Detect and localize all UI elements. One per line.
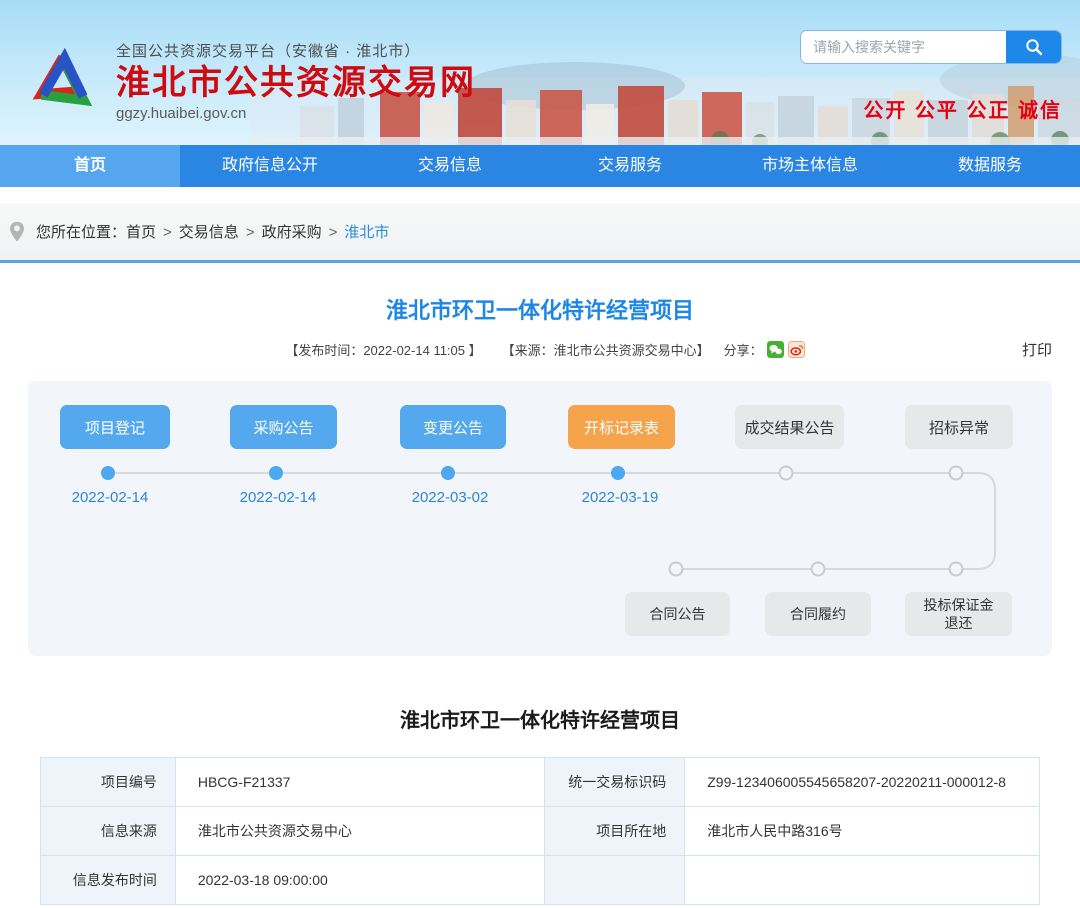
breadcrumb-home[interactable]: 首页: [126, 224, 156, 241]
step-date-3: 2022-03-02: [390, 489, 510, 506]
breadcrumb-trade-info[interactable]: 交易信息: [179, 224, 239, 241]
site-name: 淮北市公共资源交易网: [116, 63, 476, 104]
main-nav: 首页 政府信息公开 交易信息 交易服务 市场主体信息 数据服务: [0, 145, 1080, 187]
publish-time: 【发布时间：2022-02-14 11:05 】: [285, 340, 481, 359]
cell-label-info-source: 信息来源: [41, 807, 176, 856]
nav-item-trade-service[interactable]: 交易服务: [540, 145, 720, 187]
nav-item-gov-info[interactable]: 政府信息公开: [180, 145, 360, 187]
cell-value-trade-code: Z99-123406005545658207-20220211-000012-8: [685, 758, 1040, 807]
article-meta-row: 【发布时间：2022-02-14 11:05 】 【来源：淮北市公共资源交易中心…: [0, 339, 1080, 359]
step-button-change-announcement[interactable]: 变更公告: [400, 405, 506, 449]
cell-label-project-number: 项目编号: [41, 758, 176, 807]
article-title: 淮北市环卫一体化特许经营项目: [0, 293, 1080, 325]
step-button-procurement-announcement[interactable]: 采购公告: [230, 405, 337, 449]
table-row: 项目编号 HBCG-F21337 统一交易标识码 Z99-12340600554…: [41, 758, 1040, 807]
cell-label-publish-time: 信息发布时间: [41, 856, 176, 905]
cell-value-empty: [685, 856, 1040, 905]
cell-value-info-source: 淮北市公共资源交易中心: [175, 807, 545, 856]
nav-item-market-subject[interactable]: 市场主体信息: [720, 145, 900, 187]
cell-value-project-location: 淮北市人民中路316号: [685, 807, 1040, 856]
step-button-bid-abnormal[interactable]: 招标异常: [905, 405, 1013, 449]
header-banner: 全国公共资源交易平台（安徽省 · 淮北市） 淮北市公共资源交易网 ggzy.hu…: [0, 0, 1080, 145]
breadcrumb-bar: 您所在位置：首页>交易信息>政府采购>淮北市: [0, 203, 1080, 263]
integrity-slogan: 公开 公平 公正 诚信: [863, 94, 1062, 123]
breadcrumb: 您所在位置：首页>交易信息>政府采购>淮北市: [36, 221, 389, 242]
step-date-2: 2022-02-14: [218, 489, 338, 506]
step-button-bid-opening-record[interactable]: 开标记录表: [568, 405, 675, 449]
site-logo-triangle-icon: [18, 34, 106, 128]
step-button-project-registration[interactable]: 项目登记: [60, 405, 170, 449]
location-pin-icon: [8, 221, 26, 243]
table-row: 信息发布时间 2022-03-18 09:00:00: [41, 856, 1040, 905]
search-button[interactable]: [1006, 31, 1061, 63]
page: 全国公共资源交易平台（安徽省 · 淮北市） 淮北市公共资源交易网 ggzy.hu…: [0, 0, 1080, 908]
nav-item-data-service[interactable]: 数据服务: [900, 145, 1080, 187]
cell-label-empty: [545, 856, 685, 905]
table-row: 信息来源 淮北市公共资源交易中心 项目所在地 淮北市人民中路316号: [41, 807, 1040, 856]
step-date-1: 2022-02-14: [50, 489, 170, 506]
wechat-icon[interactable]: [767, 341, 784, 358]
nav-item-home[interactable]: 首页: [0, 145, 180, 187]
platform-line: 全国公共资源交易平台（安徽省 · 淮北市）: [116, 40, 476, 61]
step-button-contract-announcement[interactable]: 合同公告: [625, 592, 730, 636]
site-logo: 全国公共资源交易平台（安徽省 · 淮北市） 淮北市公共资源交易网 ggzy.hu…: [18, 34, 476, 128]
step-button-award-result[interactable]: 成交结果公告: [735, 405, 844, 449]
weibo-icon[interactable]: [788, 341, 805, 358]
cell-value-project-number: HBCG-F21337: [175, 758, 545, 807]
share-label: 分享：: [724, 340, 763, 359]
magnifier-icon: [1024, 37, 1044, 57]
site-url: ggzy.huaibei.gov.cn: [116, 105, 476, 122]
cell-label-project-location: 项目所在地: [545, 807, 685, 856]
breadcrumb-huaibei[interactable]: 淮北市: [344, 224, 389, 241]
source-label: 【来源：淮北市公共资源交易中心】: [502, 340, 710, 359]
breadcrumb-gov-procurement[interactable]: 政府采购: [262, 224, 322, 241]
timeline-connector-graphic: [28, 381, 1052, 656]
cell-label-trade-code: 统一交易标识码: [545, 758, 685, 807]
detail-section-title: 淮北市环卫一体化特许经营项目: [0, 704, 1080, 733]
cell-value-publish-time: 2022-03-18 09:00:00: [175, 856, 545, 905]
print-button[interactable]: 打印: [1022, 339, 1052, 360]
breadcrumb-prefix: 您所在位置：: [36, 224, 126, 241]
project-info-table: 项目编号 HBCG-F21337 统一交易标识码 Z99-12340600554…: [40, 757, 1040, 905]
step-button-contract-performance[interactable]: 合同履约: [765, 592, 871, 636]
search-box: [800, 30, 1062, 64]
nav-item-trade-info[interactable]: 交易信息: [360, 145, 540, 187]
search-input[interactable]: [801, 31, 1006, 63]
step-date-4: 2022-03-19: [560, 489, 680, 506]
step-button-bid-deposit-refund[interactable]: 投标保证金退还: [905, 592, 1012, 636]
process-timeline-panel: 项目登记 采购公告 变更公告 开标记录表 成交结果公告 招标异常 2022-02…: [28, 381, 1052, 656]
